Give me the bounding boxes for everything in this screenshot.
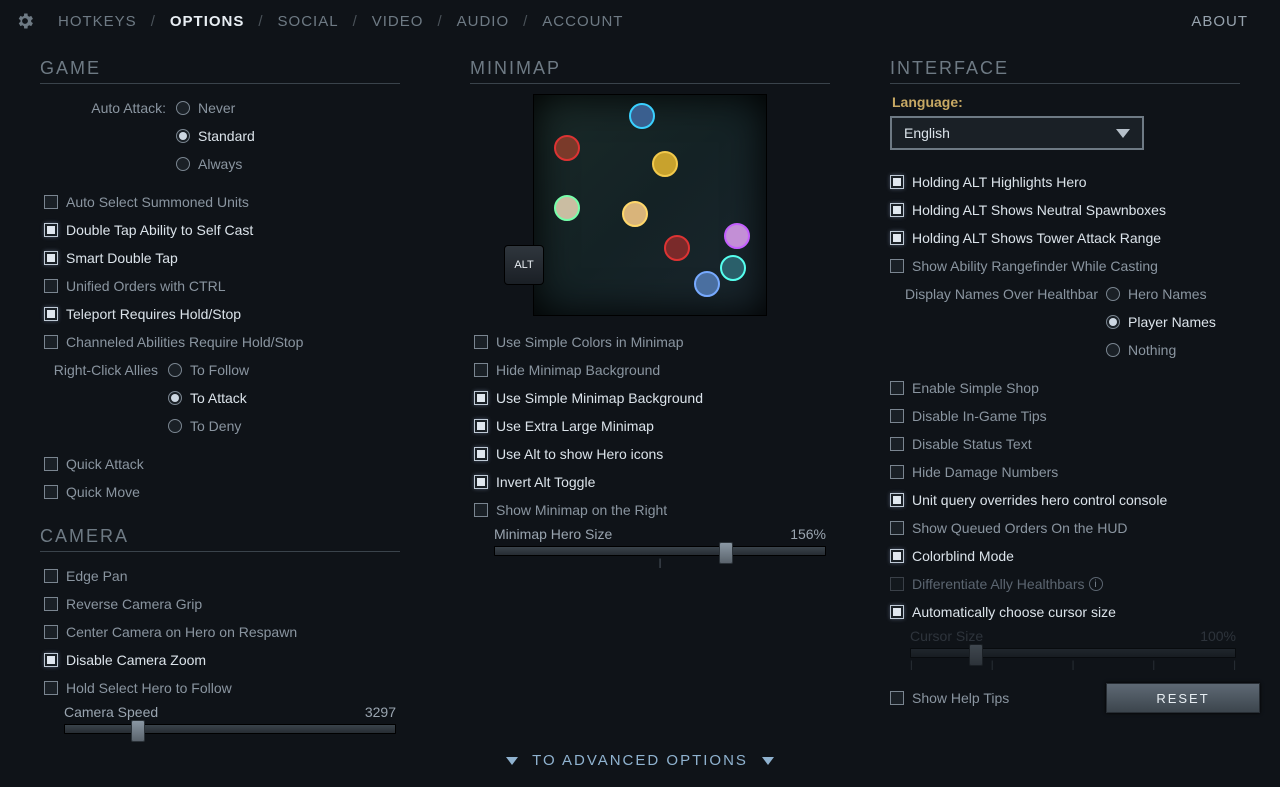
minimap-hero-size-slider[interactable] xyxy=(494,546,826,556)
radio-player-names[interactable] xyxy=(1106,315,1120,329)
chk-disable-status-text[interactable] xyxy=(890,437,904,451)
radio-auto-attack-always[interactable] xyxy=(176,157,190,171)
radio-hero-names[interactable] xyxy=(1106,287,1120,301)
chk-hold-select-follow[interactable] xyxy=(44,681,58,695)
chk-quick-move[interactable] xyxy=(44,485,58,499)
nav-hotkeys[interactable]: HOTKEYS xyxy=(52,13,143,30)
cursor-size-label: Cursor Size xyxy=(910,628,983,644)
minimap-hero-size-label: Minimap Hero Size xyxy=(494,526,612,542)
chk-hide-minimap-bg[interactable] xyxy=(474,363,488,377)
cursor-size-value: 100% xyxy=(1200,628,1236,644)
chk-ability-rangefinder[interactable] xyxy=(890,259,904,273)
language-dropdown[interactable]: English xyxy=(890,116,1144,150)
gear-icon[interactable] xyxy=(14,10,36,32)
chk-channeled-hold-stop[interactable] xyxy=(44,335,58,349)
chk-disable-tips[interactable] xyxy=(890,409,904,423)
chk-simple-minimap-bg[interactable] xyxy=(474,391,488,405)
top-nav: HOTKEYS/ OPTIONS/ SOCIAL/ VIDEO/ AUDIO/ … xyxy=(0,0,1280,40)
nav-social[interactable]: SOCIAL xyxy=(272,13,345,30)
language-value: English xyxy=(904,125,950,141)
chk-center-on-respawn[interactable] xyxy=(44,625,58,639)
chk-queued-orders-hud[interactable] xyxy=(890,521,904,535)
section-minimap: MINIMAP xyxy=(470,56,830,84)
radio-auto-attack-standard[interactable] xyxy=(176,129,190,143)
chk-extra-large-minimap[interactable] xyxy=(474,419,488,433)
language-label: Language: xyxy=(890,94,1260,116)
chk-alt-neutral-spawn[interactable] xyxy=(890,203,904,217)
chk-colorblind-mode[interactable] xyxy=(890,549,904,563)
camera-speed-value: 3297 xyxy=(365,704,396,720)
chk-alt-highlight-hero[interactable] xyxy=(890,175,904,189)
nav-account[interactable]: ACCOUNT xyxy=(536,13,629,30)
chk-simple-colors[interactable] xyxy=(474,335,488,349)
info-icon[interactable]: i xyxy=(1089,577,1103,591)
chk-quick-attack[interactable] xyxy=(44,457,58,471)
chevron-down-icon xyxy=(506,757,518,765)
camera-speed-label: Camera Speed xyxy=(64,704,158,720)
display-names-label: Display Names Over Healthbar xyxy=(890,282,1106,306)
chk-auto-select-summoned[interactable] xyxy=(44,195,58,209)
radio-rc-attack[interactable] xyxy=(168,391,182,405)
to-advanced-options[interactable]: TO ADVANCED OPTIONS xyxy=(0,734,1280,787)
chk-unified-orders-ctrl[interactable] xyxy=(44,279,58,293)
radio-nothing[interactable] xyxy=(1106,343,1120,357)
chk-show-help-tips[interactable] xyxy=(890,691,904,705)
auto-attack-label: Auto Attack: xyxy=(44,96,176,120)
nav-about[interactable]: ABOUT xyxy=(1191,13,1266,30)
cursor-size-slider xyxy=(910,648,1236,658)
chevron-down-icon xyxy=(762,757,774,765)
chk-reverse-camera-grip[interactable] xyxy=(44,597,58,611)
nav-video[interactable]: VIDEO xyxy=(366,13,430,30)
chk-diff-ally-healthbars xyxy=(890,577,904,591)
minimap-preview: ALT xyxy=(533,94,767,316)
chk-double-tap-self-cast[interactable] xyxy=(44,223,58,237)
chevron-down-icon xyxy=(1116,129,1130,138)
right-click-allies-label: Right-Click Allies xyxy=(44,358,168,382)
chk-minimap-right[interactable] xyxy=(474,503,488,517)
radio-rc-deny[interactable] xyxy=(168,419,182,433)
chk-edge-pan[interactable] xyxy=(44,569,58,583)
chk-smart-double-tap[interactable] xyxy=(44,251,58,265)
chk-auto-cursor-size[interactable] xyxy=(890,605,904,619)
section-game: GAME xyxy=(40,56,400,84)
nav-options[interactable]: OPTIONS xyxy=(164,13,251,30)
chk-alt-hero-icons[interactable] xyxy=(474,447,488,461)
chk-simple-shop[interactable] xyxy=(890,381,904,395)
chk-unit-query-override[interactable] xyxy=(890,493,904,507)
radio-auto-attack-never[interactable] xyxy=(176,101,190,115)
section-camera: CAMERA xyxy=(40,524,400,552)
section-interface: INTERFACE xyxy=(890,56,1240,84)
minimap-hero-size-value: 156% xyxy=(790,526,826,542)
radio-rc-follow[interactable] xyxy=(168,363,182,377)
nav-audio[interactable]: AUDIO xyxy=(451,13,516,30)
chk-hide-damage-numbers[interactable] xyxy=(890,465,904,479)
alt-key-icon: ALT xyxy=(504,245,544,285)
reset-button[interactable]: RESET xyxy=(1106,683,1260,713)
chk-teleport-hold-stop[interactable] xyxy=(44,307,58,321)
chk-alt-tower-range[interactable] xyxy=(890,231,904,245)
chk-invert-alt-toggle[interactable] xyxy=(474,475,488,489)
chk-disable-camera-zoom[interactable] xyxy=(44,653,58,667)
camera-speed-slider[interactable] xyxy=(64,724,396,734)
